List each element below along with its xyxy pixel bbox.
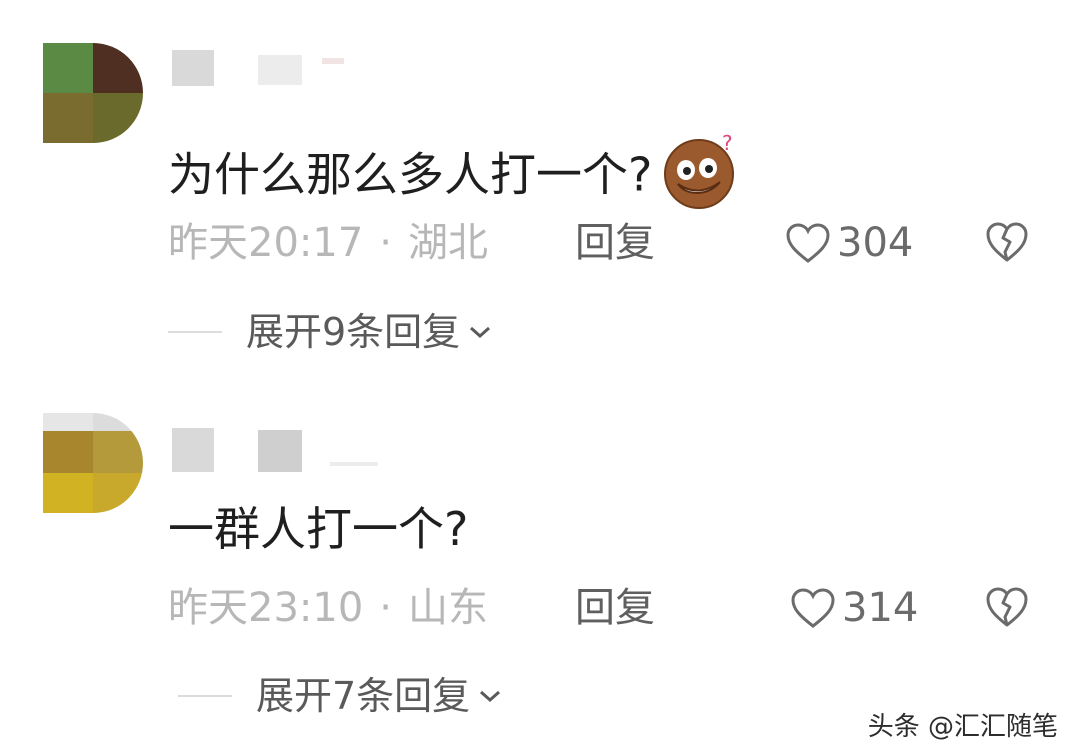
expand-replies-button[interactable]: 展开7条回复 bbox=[178, 671, 502, 721]
avatar-pixel bbox=[93, 431, 143, 473]
username-blurred[interactable] bbox=[172, 428, 214, 472]
avatar-pixel bbox=[43, 93, 93, 143]
heart-icon bbox=[786, 223, 830, 263]
comment-meta: 昨天20:17 · 湖北 bbox=[168, 218, 488, 268]
comment-location: 湖北 bbox=[408, 220, 488, 266]
dislike-button[interactable] bbox=[985, 221, 1029, 267]
expand-replies-label: 展开9条回复 bbox=[246, 310, 461, 354]
heart-icon bbox=[791, 588, 835, 628]
broken-heart-icon bbox=[986, 222, 1028, 262]
username-blurred[interactable] bbox=[172, 50, 214, 86]
comment-meta: 昨天23:10 · 山东 bbox=[168, 583, 488, 633]
username-blurred bbox=[322, 58, 344, 64]
expand-divider bbox=[178, 695, 232, 697]
avatar-pixel bbox=[43, 413, 93, 431]
like-count: 304 bbox=[837, 220, 914, 266]
avatar[interactable] bbox=[43, 43, 143, 143]
dislike-button[interactable] bbox=[985, 586, 1029, 632]
avatar-pixel bbox=[93, 43, 143, 93]
watermark: 头条 @汇汇随笔 bbox=[867, 712, 1058, 742]
comment-text: 一群人打一个? bbox=[168, 499, 468, 559]
comment-time: 昨天20:17 bbox=[168, 220, 364, 266]
svg-text:?: ? bbox=[722, 132, 733, 155]
username-blurred bbox=[330, 462, 378, 466]
comment-text: 为什么那么多人打一个? ? bbox=[168, 131, 740, 224]
username-blurred[interactable] bbox=[258, 55, 302, 85]
avatar-pixel bbox=[43, 473, 93, 513]
avatar-pixel bbox=[43, 431, 93, 473]
comment-time: 昨天23:10 bbox=[168, 585, 364, 631]
reply-button[interactable]: 回复 bbox=[575, 583, 655, 633]
expand-divider bbox=[168, 331, 222, 333]
meta-separator: · bbox=[379, 585, 392, 631]
expand-replies-button[interactable]: 展开9条回复 bbox=[168, 307, 492, 357]
username-blurred[interactable] bbox=[258, 430, 302, 472]
chevron-down-icon bbox=[470, 326, 491, 339]
broken-heart-icon bbox=[986, 587, 1028, 627]
like-button[interactable]: 314 bbox=[790, 583, 918, 633]
chevron-down-icon bbox=[480, 690, 501, 703]
avatar-pixel bbox=[93, 413, 143, 431]
avatar[interactable] bbox=[43, 413, 143, 513]
like-button[interactable]: 304 bbox=[785, 218, 913, 268]
meta-separator: · bbox=[379, 220, 392, 266]
avatar-pixel bbox=[43, 43, 93, 93]
expand-replies-label: 展开7条回复 bbox=[256, 674, 471, 718]
comment-text-content: 为什么那么多人打一个? bbox=[168, 147, 653, 202]
avatar-pixel bbox=[93, 473, 143, 513]
comment-location: 山东 bbox=[408, 585, 488, 631]
confused-face-emoji-icon: ? bbox=[662, 131, 740, 224]
like-count: 314 bbox=[842, 585, 919, 631]
reply-button[interactable]: 回复 bbox=[575, 218, 655, 268]
comment-text-content: 一群人打一个? bbox=[168, 502, 469, 556]
avatar-pixel bbox=[93, 93, 143, 143]
